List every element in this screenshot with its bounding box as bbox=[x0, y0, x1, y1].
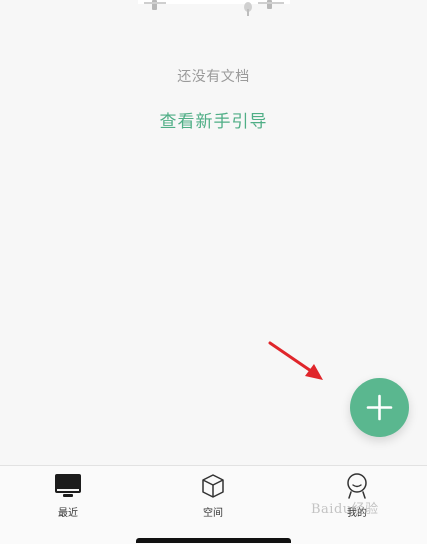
watermark: Baidu经验 bbox=[311, 502, 379, 517]
red-arrow-icon bbox=[268, 341, 323, 380]
home-indicator bbox=[136, 538, 291, 543]
cube-icon bbox=[202, 474, 224, 498]
plus-icon bbox=[366, 394, 393, 421]
empty-illustration bbox=[138, 0, 290, 16]
user-icon bbox=[347, 473, 367, 499]
tab-space[interactable]: 空间 bbox=[168, 473, 258, 523]
tab-space-label: 空间 bbox=[203, 508, 223, 519]
tab-recent-label: 最近 bbox=[58, 508, 78, 519]
guide-link[interactable]: 查看新手引导 bbox=[0, 107, 427, 132]
tab-recent[interactable]: 最近 bbox=[23, 473, 113, 523]
monitor-icon bbox=[55, 474, 81, 497]
empty-state-message: 还没有文档 bbox=[177, 69, 250, 85]
add-document-button[interactable] bbox=[350, 378, 409, 437]
